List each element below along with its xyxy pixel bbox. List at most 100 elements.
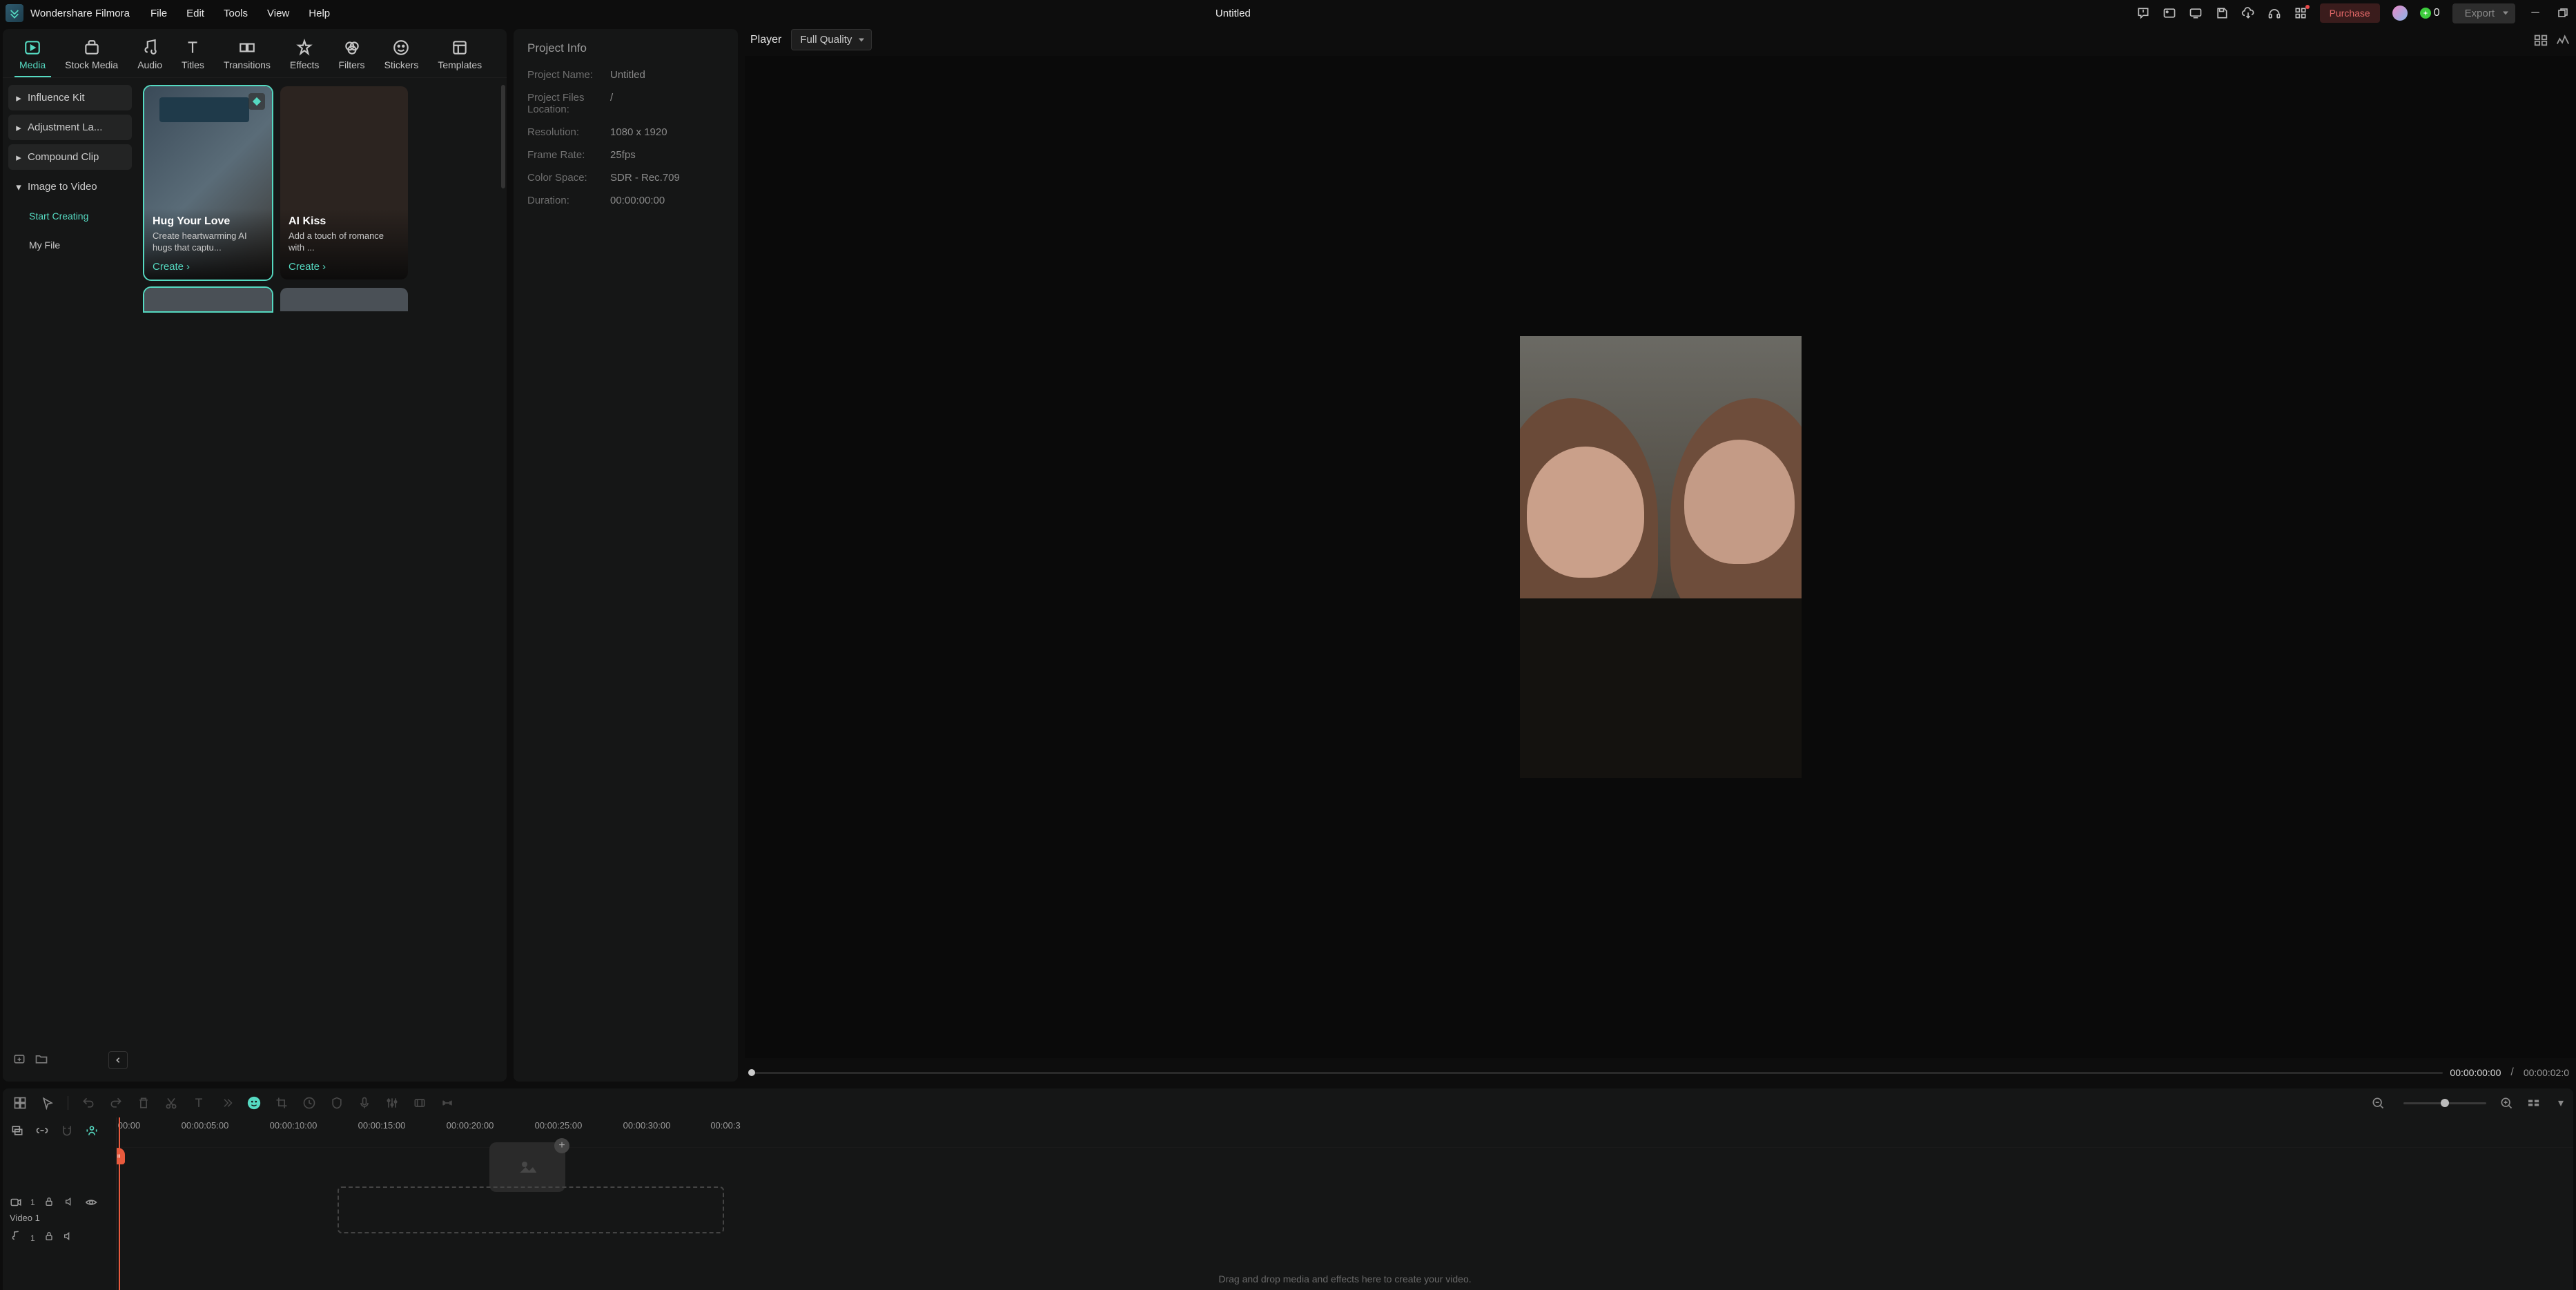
headset-icon[interactable] bbox=[2267, 6, 2281, 20]
audio-mixer-icon[interactable] bbox=[384, 1095, 400, 1111]
eye-icon[interactable] bbox=[85, 1196, 97, 1209]
marker-icon[interactable] bbox=[412, 1095, 427, 1111]
preview-viewport[interactable] bbox=[745, 56, 2576, 1058]
zoom-in-icon[interactable] bbox=[2499, 1095, 2514, 1111]
layout-icon[interactable] bbox=[12, 1095, 28, 1111]
select-icon[interactable] bbox=[40, 1095, 55, 1111]
video-icon bbox=[10, 1196, 22, 1209]
tab-stickers[interactable]: Stickers bbox=[375, 35, 429, 77]
delete-icon[interactable] bbox=[136, 1095, 151, 1111]
playhead[interactable] bbox=[119, 1117, 120, 1290]
panel-tabs: Media Stock Media Audio Titles Transitio… bbox=[3, 29, 507, 78]
sidebar-item-adjustment-layer[interactable]: ▸ Adjustment La... bbox=[8, 115, 132, 140]
lock-icon[interactable] bbox=[43, 1231, 55, 1245]
speed-icon[interactable] bbox=[302, 1095, 317, 1111]
ruler-tick: 00:00 bbox=[118, 1120, 141, 1131]
sidebar-label: Compound Clip bbox=[28, 151, 99, 163]
card-title: AI Kiss bbox=[289, 215, 400, 228]
crop-icon[interactable] bbox=[274, 1095, 289, 1111]
sidebar-item-compound-clip[interactable]: ▸ Compound Clip bbox=[8, 144, 132, 170]
cut-icon[interactable] bbox=[164, 1095, 179, 1111]
range-icon[interactable] bbox=[440, 1095, 455, 1111]
seekbar[interactable] bbox=[752, 1072, 2443, 1074]
menu-file[interactable]: File bbox=[150, 8, 167, 19]
apps-icon[interactable] bbox=[2294, 6, 2307, 20]
zoom-fit-icon[interactable] bbox=[2526, 1095, 2541, 1111]
playhead-handle[interactable] bbox=[117, 1148, 125, 1164]
tab-stock-media[interactable]: Stock Media bbox=[55, 35, 128, 77]
templates-icon bbox=[451, 39, 469, 57]
feedback-icon[interactable] bbox=[2136, 6, 2150, 20]
sidebar-sub-my-file[interactable]: My File bbox=[8, 233, 132, 257]
scrollbar-thumb[interactable] bbox=[501, 85, 505, 188]
chevron-right-icon: ▸ bbox=[15, 124, 22, 131]
video-track-header[interactable]: 1 bbox=[3, 1192, 116, 1213]
drop-zone[interactable] bbox=[338, 1186, 724, 1233]
user-avatar[interactable] bbox=[2392, 6, 2408, 21]
tab-titles[interactable]: Titles bbox=[172, 35, 214, 77]
zoom-out-icon[interactable] bbox=[2370, 1095, 2385, 1111]
card-third[interactable] bbox=[144, 288, 272, 311]
grid-view-icon[interactable] bbox=[2533, 32, 2548, 48]
timeline-tracks[interactable]: 00:00 00:00:05:00 00:00:10:00 00:00:15:0… bbox=[117, 1117, 2573, 1290]
zoom-handle[interactable] bbox=[2441, 1099, 2449, 1107]
undo-icon[interactable] bbox=[81, 1095, 96, 1111]
lock-icon[interactable] bbox=[43, 1196, 56, 1209]
minimize-button[interactable]: ─ bbox=[2528, 7, 2543, 19]
collapse-sidebar-button[interactable] bbox=[108, 1051, 128, 1069]
export-button[interactable]: Export bbox=[2452, 3, 2515, 23]
menu-edit[interactable]: Edit bbox=[186, 8, 204, 19]
scopes-icon[interactable] bbox=[2555, 32, 2570, 48]
redo-icon[interactable] bbox=[108, 1095, 124, 1111]
more-tools-icon[interactable] bbox=[219, 1095, 234, 1111]
tab-media[interactable]: Media bbox=[10, 35, 55, 77]
quality-dropdown[interactable]: Full Quality bbox=[791, 29, 872, 50]
purchase-button[interactable]: Purchase bbox=[2320, 3, 2380, 23]
menu-view[interactable]: View bbox=[267, 8, 289, 19]
add-track-icon[interactable] bbox=[10, 1123, 25, 1138]
new-folder-icon[interactable] bbox=[12, 1052, 26, 1069]
magnet-icon[interactable] bbox=[59, 1123, 75, 1138]
menu-tools[interactable]: Tools bbox=[224, 8, 248, 19]
card-hug-your-love[interactable]: Hug Your Love Create heartwarming AI hug… bbox=[144, 86, 272, 280]
timeline-ruler[interactable]: 00:00 00:00:05:00 00:00:10:00 00:00:15:0… bbox=[117, 1117, 2573, 1148]
ai-face-icon[interactable] bbox=[246, 1095, 262, 1111]
menu-help[interactable]: Help bbox=[309, 8, 330, 19]
cloud-icon[interactable] bbox=[2241, 6, 2255, 20]
auto-ripple-icon[interactable] bbox=[84, 1123, 99, 1138]
app-logo bbox=[6, 4, 23, 22]
sidebar-item-image-to-video[interactable]: ▾ Image to Video bbox=[8, 174, 132, 199]
timeline-more-icon[interactable]: ▾ bbox=[2558, 1096, 2564, 1110]
sidebar-sub-start-creating[interactable]: Start Creating bbox=[8, 204, 132, 228]
stickers-icon bbox=[392, 39, 410, 57]
monitor-icon[interactable] bbox=[2189, 6, 2203, 20]
save-icon[interactable] bbox=[2215, 6, 2229, 20]
mute-icon[interactable] bbox=[64, 1196, 77, 1209]
tab-filters[interactable]: Filters bbox=[329, 35, 374, 77]
card-fourth[interactable] bbox=[280, 288, 408, 311]
zoom-slider[interactable] bbox=[2403, 1102, 2486, 1104]
tab-stickers-label: Stickers bbox=[384, 59, 419, 70]
card-ai-kiss[interactable]: AI Kiss Add a touch of romance with ... … bbox=[280, 86, 408, 280]
text-icon[interactable] bbox=[191, 1095, 206, 1111]
credits-badge[interactable]: 0 bbox=[2420, 7, 2440, 19]
sidebar-item-influence-kit[interactable]: ▸ Influence Kit bbox=[8, 85, 132, 110]
seek-handle[interactable] bbox=[748, 1069, 755, 1076]
maximize-button[interactable] bbox=[2555, 8, 2570, 18]
create-button[interactable]: Create › bbox=[153, 261, 264, 273]
mute-icon[interactable] bbox=[63, 1231, 74, 1245]
plus-icon: + bbox=[554, 1138, 569, 1153]
media-icon[interactable] bbox=[2163, 6, 2176, 20]
tab-transitions[interactable]: Transitions bbox=[214, 35, 280, 77]
tab-effects[interactable]: Effects bbox=[280, 35, 329, 77]
create-button[interactable]: Create › bbox=[289, 261, 400, 273]
shield-icon[interactable] bbox=[329, 1095, 344, 1111]
tab-audio[interactable]: Audio bbox=[128, 35, 172, 77]
tab-templates[interactable]: Templates bbox=[428, 35, 491, 77]
folder-icon[interactable] bbox=[35, 1052, 48, 1069]
document-title: Untitled bbox=[330, 8, 2136, 19]
audio-track-header[interactable]: 1 bbox=[3, 1226, 116, 1250]
track-header-tools bbox=[3, 1117, 116, 1144]
link-track-icon[interactable] bbox=[35, 1123, 50, 1138]
mic-icon[interactable] bbox=[357, 1095, 372, 1111]
